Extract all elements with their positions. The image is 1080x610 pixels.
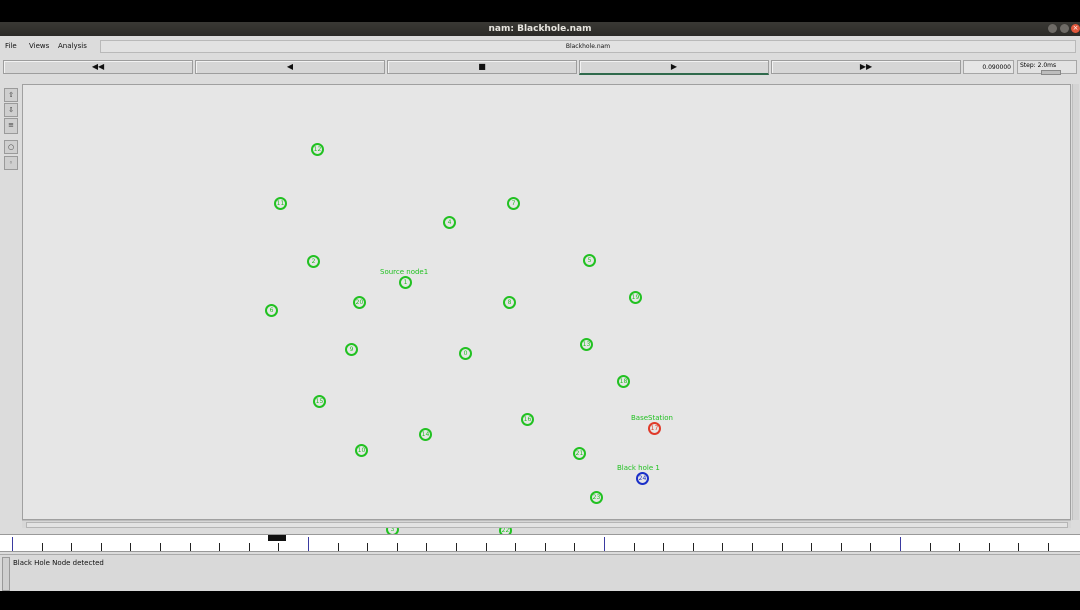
status-bar: Black Hole Node detected <box>0 554 1080 591</box>
timeline-tick <box>190 543 191 551</box>
menu-bar: File Views Analysis Blackhole.nam <box>0 36 1080 58</box>
timeline-tick <box>456 543 457 551</box>
minimize-icon[interactable] <box>1048 24 1057 33</box>
maximize-icon[interactable] <box>1060 24 1069 33</box>
network-node-16[interactable]: 16 <box>521 413 534 426</box>
timeline-tick <box>308 537 309 551</box>
menu-views[interactable]: Views <box>29 42 49 50</box>
timeline-tick <box>338 543 339 551</box>
horizontal-scrollbar[interactable] <box>22 520 1071 528</box>
network-node-18[interactable]: 18 <box>617 375 630 388</box>
zoom-out-icon[interactable]: ⇩ <box>4 103 18 117</box>
network-canvas[interactable]: 12 11 4 7 2 5 1 Source node1 20 8 19 6 9 0 13 18 15 16 17 B… <box>22 84 1071 537</box>
window-title: nam: Blackhole.nam <box>0 22 1080 36</box>
timeline-tick <box>426 543 427 551</box>
timeline-tick <box>160 543 161 551</box>
timeline-tick <box>604 537 605 551</box>
network-node-15[interactable]: 15 <box>313 395 326 408</box>
step-label: Step: 2.0ms <box>1020 62 1057 69</box>
timeline-tick <box>42 543 43 551</box>
timeline-tick <box>1048 543 1049 551</box>
horizontal-scroll-thumb[interactable] <box>26 522 1068 528</box>
vertical-scrollbar[interactable] <box>1072 84 1079 520</box>
filename-display: Blackhole.nam <box>100 40 1076 53</box>
network-node-20[interactable]: 20 <box>353 296 366 309</box>
timeline-tick <box>989 543 990 551</box>
network-node-23[interactable]: 23 <box>590 491 603 504</box>
network-node-6[interactable]: 6 <box>265 304 278 317</box>
network-node-4[interactable]: 4 <box>443 216 456 229</box>
timeline-tick <box>841 543 842 551</box>
network-node-0[interactable]: 0 <box>459 347 472 360</box>
node-label-17: BaseStation <box>631 414 673 422</box>
time-marker[interactable] <box>268 535 286 541</box>
network-node-9[interactable]: 9 <box>345 343 358 356</box>
forward-fast-button[interactable]: ▶▶ <box>771 60 961 74</box>
play-button[interactable]: ▶ <box>579 60 769 75</box>
network-node-11[interactable]: 11 <box>274 197 287 210</box>
timeline-tick <box>12 537 13 551</box>
timeline-tick <box>752 543 753 551</box>
network-node-19[interactable]: 19 <box>629 291 642 304</box>
timeline-tick <box>249 543 250 551</box>
timeline-tick <box>870 543 871 551</box>
network-node-21[interactable]: 21 <box>573 447 586 460</box>
timeline-tick <box>397 543 398 551</box>
timeline-tick <box>722 543 723 551</box>
stop-button[interactable]: ■ <box>387 60 577 74</box>
timeline-tick <box>101 543 102 551</box>
zoom-in-icon[interactable]: ⇧ <box>4 88 18 102</box>
network-node-8[interactable]: 8 <box>503 296 516 309</box>
timeline-tick <box>634 543 635 551</box>
timeline-tick <box>574 543 575 551</box>
network-node-12[interactable]: 12 <box>311 143 324 156</box>
menu-file[interactable]: File <box>5 42 17 50</box>
timeline-tick <box>515 543 516 551</box>
timeline-tick <box>782 543 783 551</box>
network-node-5[interactable]: 5 <box>583 254 596 267</box>
menu-analysis[interactable]: Analysis <box>58 42 87 50</box>
node-label-1: Source node1 <box>380 268 429 276</box>
timeline[interactable] <box>0 534 1080 552</box>
timeline-tick <box>130 543 131 551</box>
timeline-tick <box>811 543 812 551</box>
timeline-tick <box>959 543 960 551</box>
node-label-24: Black hole 1 <box>617 464 660 472</box>
timeline-tick <box>278 543 279 551</box>
network-node-14[interactable]: 14 <box>419 428 432 441</box>
timeline-tick <box>930 543 931 551</box>
timeline-tick <box>1018 543 1019 551</box>
select-icon[interactable]: ◦ <box>4 156 18 170</box>
status-message: Black Hole Node detected <box>13 559 104 567</box>
rewind-button[interactable]: ◀ <box>195 60 385 74</box>
network-node-7[interactable]: 7 <box>507 197 520 210</box>
time-display: 0.090000 <box>963 60 1014 74</box>
timeline-tick <box>219 543 220 551</box>
tool-column: ⇧ ⇩ ≡ ○ ◦ <box>2 88 18 528</box>
timeline-tick <box>71 543 72 551</box>
pan-icon[interactable]: ○ <box>4 140 18 154</box>
rewind-fast-button[interactable]: ◀◀ <box>3 60 193 74</box>
network-node-10[interactable]: 10 <box>355 444 368 457</box>
close-icon[interactable]: × <box>1071 24 1080 33</box>
timeline-tick <box>545 543 546 551</box>
network-node-13[interactable]: 13 <box>580 338 593 351</box>
network-node-1[interactable]: 1 <box>399 276 412 289</box>
step-slider[interactable] <box>1041 70 1061 75</box>
network-node-24[interactable]: 24 <box>636 472 649 485</box>
network-node-17[interactable]: 17 <box>648 422 661 435</box>
network-node-2[interactable]: 2 <box>307 255 320 268</box>
timeline-tick <box>367 543 368 551</box>
timeline-tick <box>693 543 694 551</box>
timeline-tick <box>486 543 487 551</box>
nam-window: File Views Analysis Blackhole.nam ◀◀ ◀ ■… <box>0 36 1080 591</box>
edit-icon[interactable]: ≡ <box>4 118 18 134</box>
timeline-tick <box>663 543 664 551</box>
status-scrollbar[interactable] <box>2 557 10 591</box>
timeline-tick <box>900 537 901 551</box>
